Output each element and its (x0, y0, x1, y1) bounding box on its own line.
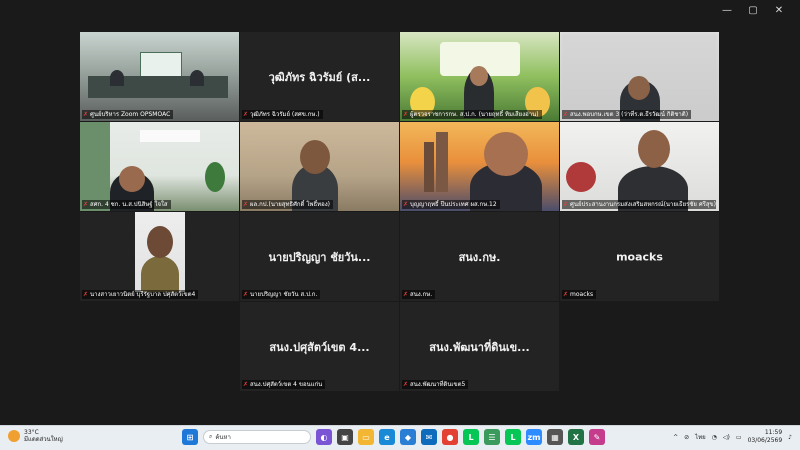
participant-tile[interactable]: ✗ สนง.พอบกษ.เขต 3 (ว่าที่ร.ต.ธีรวัฒน์ กิต… (560, 32, 719, 121)
participant-name-label: ✗ ศูนย์บริหาร Zoom OPSMOAC (82, 110, 174, 119)
participant-tile[interactable]: ✗ ศูนย์ประสานงานกรมส่งเสริมสหกรณ์(นายเธีย… (560, 122, 719, 211)
participant-name-label: ✗ สนง.พัฒนาที่ดินเขต5 (402, 380, 469, 389)
participant-tile[interactable]: สนง.พัฒนาที่ดินเข... ✗ สนง.พัฒนาที่ดินเขต… (400, 302, 559, 391)
copilot-icon[interactable]: ◐ (316, 429, 332, 445)
participant-display-name: สนง.กษ. (458, 250, 501, 264)
maximize-button[interactable]: ▢ (740, 2, 766, 18)
file-explorer-icon[interactable]: ▭ (358, 429, 374, 445)
language-indicator[interactable]: ไทย (695, 432, 706, 442)
mic-muted-icon: ✗ (243, 201, 249, 208)
participant-name-label: ✗ บุญญาฤทธิ์ ปีนประเทศ ผส.กษ.12 (402, 200, 500, 209)
wifi-icon[interactable]: ◔ (712, 434, 717, 441)
participant-name-label: ✗ วุฒิภัทร ฉิวรัมย์ (สศข.กษ.) (242, 110, 323, 119)
participant-display-name: สนง.ปศุสัตว์เขต 4... (269, 340, 370, 354)
participant-tile-active-speaker[interactable]: ✗ บุญญาฤทธิ์ ปีนประเทศ ผส.กษ.12 (400, 122, 559, 211)
participant-name-label: ✗ สนง.พอบกษ.เขต 3 (ว่าที่ร.ต.ธีรวัฒน์ กิต… (562, 110, 692, 119)
participant-tile[interactable]: สนง.ปศุสัตว์เขต 4... ✗ สนง.ปศุสัตว์เขต 4 … (240, 302, 399, 391)
mic-muted-icon: ✗ (83, 111, 89, 118)
participant-tile[interactable]: ✗ สศก. 4 ชก. น.ส.ปนิสิษฐ์ ใจใส (80, 122, 239, 211)
chrome-icon[interactable]: ● (442, 429, 458, 445)
participant-display-name: moacks (616, 250, 663, 263)
mic-muted-icon: ✗ (403, 111, 409, 118)
participant-tile[interactable]: ✗ นางสาวเยาวนิตย์ บุรีรัฐบาล ปศุสัตว์เขต4 (80, 212, 239, 301)
close-button[interactable]: ✕ (766, 2, 792, 18)
mic-muted-icon: ✗ (563, 111, 569, 118)
video-feed (400, 122, 559, 211)
mic-muted-icon: ✗ (243, 111, 249, 118)
sun-icon (8, 430, 20, 442)
windows-start-icon[interactable]: ⊞ (182, 429, 198, 445)
mic-muted-icon: ✗ (83, 291, 89, 298)
participant-tile[interactable]: moacks ✗ moacks (560, 212, 719, 301)
mic-muted-icon: ✗ (403, 291, 409, 298)
chevron-up-icon[interactable]: ^ (673, 434, 678, 441)
store-icon[interactable]: ◆ (400, 429, 416, 445)
search-icon: ⌕ (209, 433, 213, 440)
calculator-icon[interactable]: ▦ (547, 429, 563, 445)
system-tray: ^ ⊘ ไทย ◔ ◁) ▭ 11:59 03/06/2569 ♪ (673, 429, 792, 445)
mic-muted-icon: ✗ (403, 381, 409, 388)
participant-name-label: ✗ ผู้ตรวจราชการกษ. ส.ป.ก. (นายฤทธิ์ ทิมเส… (402, 110, 542, 119)
participant-tile[interactable]: สนง.กษ. ✗ สนง.กษ. (400, 212, 559, 301)
mic-muted-icon: ✗ (243, 291, 249, 298)
weather-widget[interactable]: 33°C มีแดดส่วนใหญ่ (8, 429, 63, 443)
mic-muted-icon: ✗ (563, 291, 569, 298)
participant-tile[interactable]: ✗ ผู้ตรวจราชการกษ. ส.ป.ก. (นายฤทธิ์ ทิมเส… (400, 32, 559, 121)
app-icon[interactable]: ✎ (589, 429, 605, 445)
video-feed (80, 122, 239, 211)
participant-display-name: นายปริญญา ชัยวัน... (268, 250, 371, 264)
participant-name-label: ✗ นางสาวเยาวนิตย์ บุรีรัฐบาล ปศุสัตว์เขต4 (82, 290, 199, 299)
participant-tile[interactable]: ✗ ผล.กป.(นายสุทธิศักดิ์ โพธิ์ทอง) (240, 122, 399, 211)
participant-name-label: ✗ สนง.กษ. (402, 290, 436, 299)
taskbar: 33°C มีแดดส่วนใหญ่ ⊞ ⌕ ค้นหา ◐ ▣ ▭ e ◆ ✉… (0, 425, 800, 450)
window-controls: — ▢ ✕ (714, 2, 792, 18)
clock-date: 03/06/2569 (747, 437, 783, 444)
video-feed (400, 32, 559, 121)
task-view-icon[interactable]: ▣ (337, 429, 353, 445)
excel-icon[interactable]: X (568, 429, 584, 445)
participant-tile[interactable]: วุฒิภัทร ฉิวรัมย์ (ส... ✗ วุฒิภัทร ฉิวรัม… (240, 32, 399, 121)
video-feed (80, 32, 239, 121)
video-feed (240, 122, 399, 211)
video-feed (560, 32, 719, 121)
participant-tile[interactable]: ✗ ศูนย์บริหาร Zoom OPSMOAC (80, 32, 239, 121)
speaker-icon[interactable]: ◁) (723, 434, 730, 441)
taskbar-search[interactable]: ⌕ ค้นหา (203, 430, 311, 444)
minimize-button[interactable]: — (714, 2, 740, 18)
chat-icon[interactable]: ☰ (484, 429, 500, 445)
weather-condition: มีแดดส่วนใหญ่ (24, 436, 63, 443)
clock[interactable]: 11:59 03/06/2569 (748, 429, 783, 445)
search-placeholder: ค้นหา (215, 434, 231, 441)
battery-icon[interactable]: ▭ (736, 434, 742, 441)
clock-time: 11:59 (764, 429, 783, 436)
taskbar-apps: ⊞ ⌕ ค้นหา ◐ ▣ ▭ e ◆ ✉ ● L ☰ L zm ▦ X ✎ (182, 429, 605, 445)
line-icon[interactable]: L (463, 429, 479, 445)
participant-tile[interactable]: นายปริญญา ชัยวัน... ✗ นายปริญญา ชัยวัน ส.… (240, 212, 399, 301)
participant-name-label: ✗ moacks (562, 290, 597, 299)
mic-muted-icon: ✗ (563, 201, 569, 208)
participant-name-label: ✗ สนง.ปศุสัตว์เขต 4 ขอนแก่น (242, 380, 326, 389)
video-feed (560, 122, 719, 211)
video-feed (135, 212, 185, 292)
mic-muted-icon: ✗ (243, 381, 249, 388)
mic-muted-icon: ✗ (83, 201, 89, 208)
edge-icon[interactable]: e (379, 429, 395, 445)
participant-name-label: ✗ ผล.กป.(นายสุทธิศักดิ์ โพธิ์ทอง) (242, 200, 333, 209)
zoom-icon[interactable]: zm (526, 429, 542, 445)
notification-bell-icon[interactable]: ♪ (788, 434, 792, 441)
outlook-icon[interactable]: ✉ (421, 429, 437, 445)
weather-temperature: 33°C (24, 429, 39, 436)
participant-name-label: ✗ สศก. 4 ชก. น.ส.ปนิสิษฐ์ ใจใส (82, 200, 171, 209)
mic-muted-icon: ✗ (403, 201, 409, 208)
participant-name-label: ✗ นายปริญญา ชัยวัน ส.ป.ก. (242, 290, 321, 299)
network-icon[interactable]: ⊘ (684, 434, 689, 441)
participant-name-label: ✗ ศูนย์ประสานงานกรมส่งเสริมสหกรณ์(นายเธีย… (562, 200, 716, 209)
participant-display-name: สนง.พัฒนาที่ดินเข... (429, 340, 530, 354)
line-icon-2[interactable]: L (505, 429, 521, 445)
participant-display-name: วุฒิภัทร ฉิวรัมย์ (ส... (268, 70, 371, 84)
